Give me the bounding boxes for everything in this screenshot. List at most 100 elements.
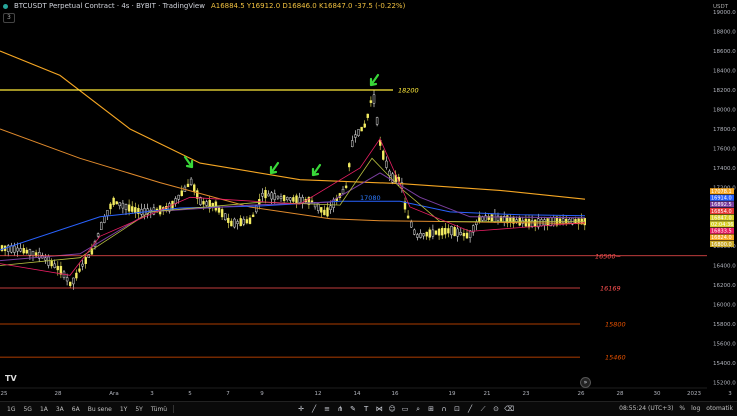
price-tick: 16400.0 (713, 264, 736, 270)
candle-body (118, 202, 122, 207)
tradingview-logo[interactable]: TV (5, 374, 17, 384)
candle-body (13, 245, 16, 253)
ruler-icon[interactable]: ▭ (400, 404, 410, 414)
symbol-title[interactable]: BTCUSDT Perpetual Contract · 4s · BYBIT … (14, 2, 205, 10)
price-badge-label: 02:04:36 (711, 222, 733, 228)
timeframe-button[interactable]: 1A (36, 406, 52, 413)
text-icon[interactable]: T (361, 404, 371, 414)
percent-toggle[interactable]: % (679, 405, 685, 412)
candle-body (53, 263, 56, 268)
candle-body (447, 228, 450, 234)
candle-body (453, 227, 456, 237)
candle-body (282, 195, 286, 202)
scroll-to-latest-button[interactable]: » (580, 377, 591, 388)
cursor-icon[interactable]: ✛ (296, 404, 306, 414)
candle-body (109, 203, 112, 210)
timeframe-button[interactable]: 1G (3, 406, 19, 413)
ma-line (0, 200, 586, 251)
price-tick: 15400.0 (713, 361, 736, 367)
line-tool-icon[interactable]: ╱ (465, 404, 475, 414)
timeframe-button[interactable]: 5G (19, 406, 35, 413)
time-tick: 12 (315, 391, 322, 397)
candle-body (99, 222, 103, 230)
timeframe-button[interactable]: 3A (52, 406, 68, 413)
candle-body (227, 217, 230, 223)
indicator-collapse-button[interactable]: 3 (3, 13, 15, 23)
price-chart[interactable]: 1820016500~161691580015460 USDT19000.018… (0, 0, 737, 415)
candle-body (298, 197, 301, 203)
candle-body (431, 229, 435, 237)
candle-body (205, 201, 208, 206)
auto-toggle[interactable]: otomatik (706, 405, 733, 412)
magnet-icon[interactable]: ∩ (439, 404, 449, 414)
trash-icon[interactable]: ⌫ (504, 404, 514, 414)
candle-body (444, 228, 447, 235)
zoom-icon[interactable]: ⌕ (413, 404, 423, 414)
candle-body (326, 207, 329, 217)
candle-body (254, 205, 258, 213)
log-toggle[interactable]: log (691, 405, 700, 412)
candle-body (416, 234, 419, 238)
candle-body (422, 233, 425, 237)
candle-body (65, 277, 69, 282)
candle-body (388, 170, 391, 176)
pitchfork-icon[interactable]: ⋔ (335, 404, 345, 414)
candle-body (490, 214, 493, 222)
timeframe-button[interactable]: 6A (68, 406, 84, 413)
candle-body (81, 263, 84, 267)
candle-body (437, 228, 441, 236)
price-tick: 18000.0 (713, 108, 736, 114)
timeframe-button[interactable]: 5Y (131, 406, 146, 413)
candle-body (425, 231, 428, 237)
candle-body (385, 160, 388, 168)
candles (0, 89, 586, 290)
price-badge-label: 16847.0 (711, 215, 732, 221)
time-tick: 25 (1, 391, 8, 397)
candle-body (134, 207, 137, 213)
candle-body (413, 229, 416, 235)
candle-body (130, 206, 134, 212)
high-value: 16912.0 (251, 2, 281, 10)
close-value: 16847.0 (323, 2, 353, 10)
candle-body (127, 204, 131, 212)
trendline-icon[interactable]: ╱ (309, 404, 319, 414)
ma-label: 17080 (360, 194, 381, 202)
clock: 08:55:24 (UTC+3) (619, 405, 674, 412)
pattern-icon[interactable]: ⋈ (374, 404, 384, 414)
candle-body (267, 193, 270, 197)
measure-icon[interactable]: ⊞ (426, 404, 436, 414)
price-tick: 16000.0 (713, 303, 736, 309)
candle-body (276, 195, 280, 199)
candle-body (543, 219, 546, 226)
timeframe-list: 1G 5G 1A 3A 6A Bu sene 1Y 5Y Tümü (0, 406, 171, 413)
candle-body (44, 257, 47, 261)
price-badge-label: 16892.5 (711, 202, 732, 208)
timeframe-button[interactable]: Bu sene (84, 406, 116, 413)
price-tick: 15600.0 (713, 342, 736, 348)
time-tick: 3 (728, 391, 732, 397)
level-label: 16500~ (595, 252, 621, 260)
candle-body (59, 265, 63, 275)
path-icon[interactable]: ⟋ (478, 404, 488, 414)
timeframe-button[interactable]: 1Y (116, 406, 131, 413)
lock-icon[interactable]: ⊡ (452, 404, 462, 414)
candle-body (357, 129, 360, 136)
time-axis[interactable]: 25 28 Ara 3 5 7 9 12 14 16 19 21 23 26 28 30 2023 3 (0, 387, 732, 397)
eye-icon[interactable]: ⊙ (491, 404, 501, 414)
timeframe-button[interactable]: Tümü (147, 406, 171, 413)
fib-icon[interactable]: ≡ (322, 404, 332, 414)
candle-body (31, 251, 35, 256)
candle-body (286, 197, 289, 201)
green-arrow-icon (311, 163, 322, 177)
candle-body (561, 218, 565, 223)
smile-icon[interactable]: ☺ (387, 404, 397, 414)
ma-line (0, 172, 586, 262)
candle-body (19, 248, 22, 252)
candle-body (273, 193, 276, 200)
brush-icon[interactable]: ✎ (348, 404, 358, 414)
candle-body (25, 249, 28, 254)
tv-logo-text: TV (5, 374, 17, 383)
price-axis[interactable]: USDT19000.018800.018600.018400.018200.01… (707, 0, 737, 400)
price-tick: 15200.0 (713, 381, 736, 387)
candle-body (16, 247, 19, 252)
